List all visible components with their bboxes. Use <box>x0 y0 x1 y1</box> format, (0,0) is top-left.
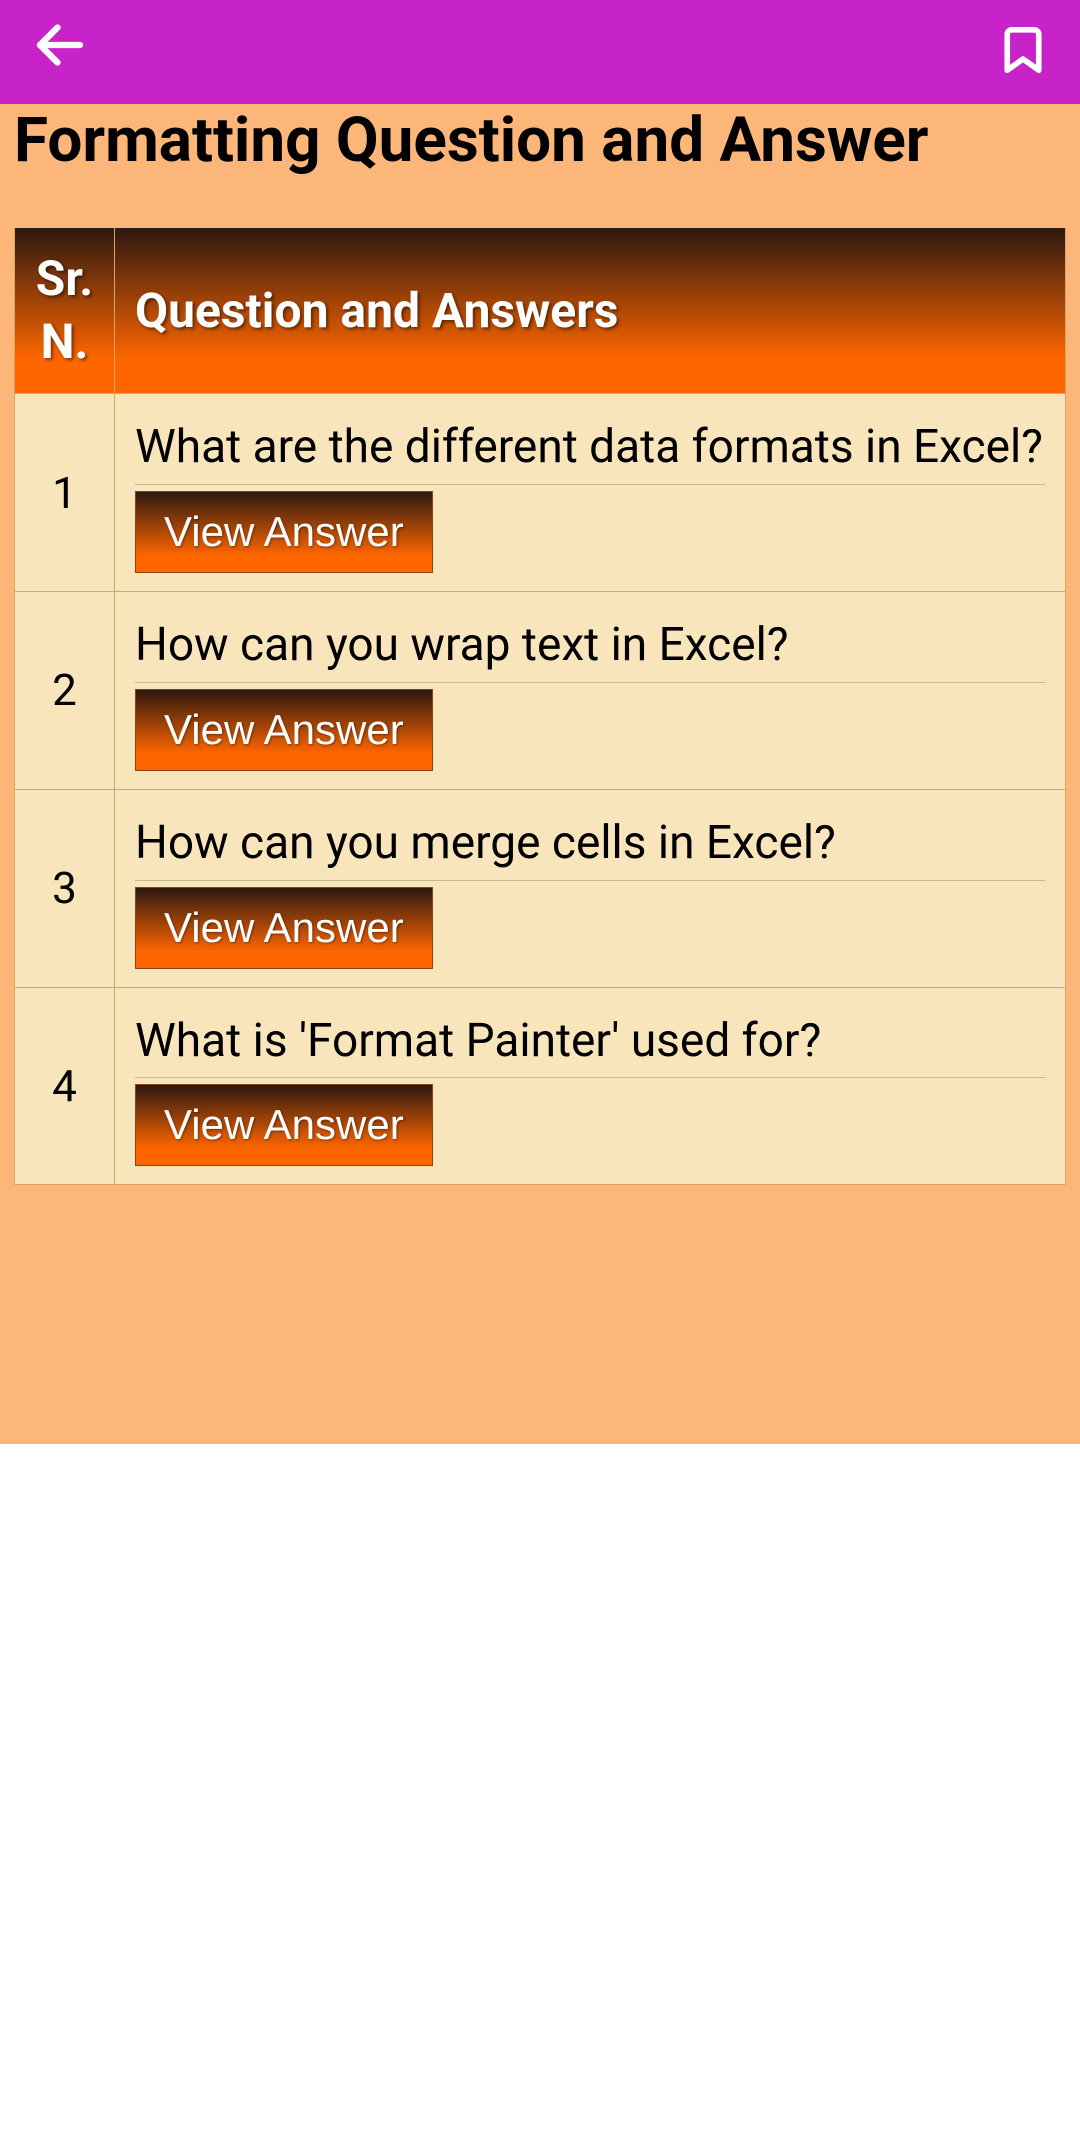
view-answer-button[interactable]: View Answer <box>135 689 433 771</box>
qa-cell: What is 'Format Painter' used for? View … <box>115 987 1066 1185</box>
table-row: 2 How can you wrap text in Excel? View A… <box>15 591 1066 789</box>
question-text: How can you wrap text in Excel? <box>135 616 1045 676</box>
bottom-white-area <box>0 1444 1080 2144</box>
sr-number: 2 <box>15 591 115 789</box>
table-row: 3 How can you merge cells in Excel? View… <box>15 789 1066 987</box>
answer-section: View Answer <box>135 682 1045 771</box>
table-header-qa: Question and Answers <box>115 228 1066 393</box>
view-answer-button[interactable]: View Answer <box>135 491 433 573</box>
answer-section: View Answer <box>135 484 1045 573</box>
table-row: 4 What is 'Format Painter' used for? Vie… <box>15 987 1066 1185</box>
header-bar <box>0 0 1080 104</box>
answer-section: View Answer <box>135 880 1045 969</box>
content-area: Formatting Question and Answer Sr. N. Qu… <box>0 104 1080 1444</box>
page-title: Formatting Question and Answer <box>14 104 1066 228</box>
sr-number: 1 <box>15 394 115 592</box>
table-row: 1 What are the different data formats in… <box>15 394 1066 592</box>
qa-cell: What are the different data formats in E… <box>115 394 1066 592</box>
question-text: How can you merge cells in Excel? <box>135 814 1045 874</box>
answer-section: View Answer <box>135 1077 1045 1166</box>
bookmark-icon[interactable] <box>996 23 1050 81</box>
qa-cell: How can you merge cells in Excel? View A… <box>115 789 1066 987</box>
view-answer-button[interactable]: View Answer <box>135 1084 433 1166</box>
question-text: What are the different data formats in E… <box>135 418 1045 478</box>
question-text: What is 'Format Painter' used for? <box>135 1012 1045 1072</box>
qa-table: Sr. N. Question and Answers 1 What are t… <box>14 228 1066 1185</box>
sr-number: 3 <box>15 789 115 987</box>
back-icon[interactable] <box>30 15 90 90</box>
view-answer-button[interactable]: View Answer <box>135 887 433 969</box>
qa-cell: How can you wrap text in Excel? View Ans… <box>115 591 1066 789</box>
table-header-srno: Sr. N. <box>15 228 115 393</box>
sr-number: 4 <box>15 987 115 1185</box>
